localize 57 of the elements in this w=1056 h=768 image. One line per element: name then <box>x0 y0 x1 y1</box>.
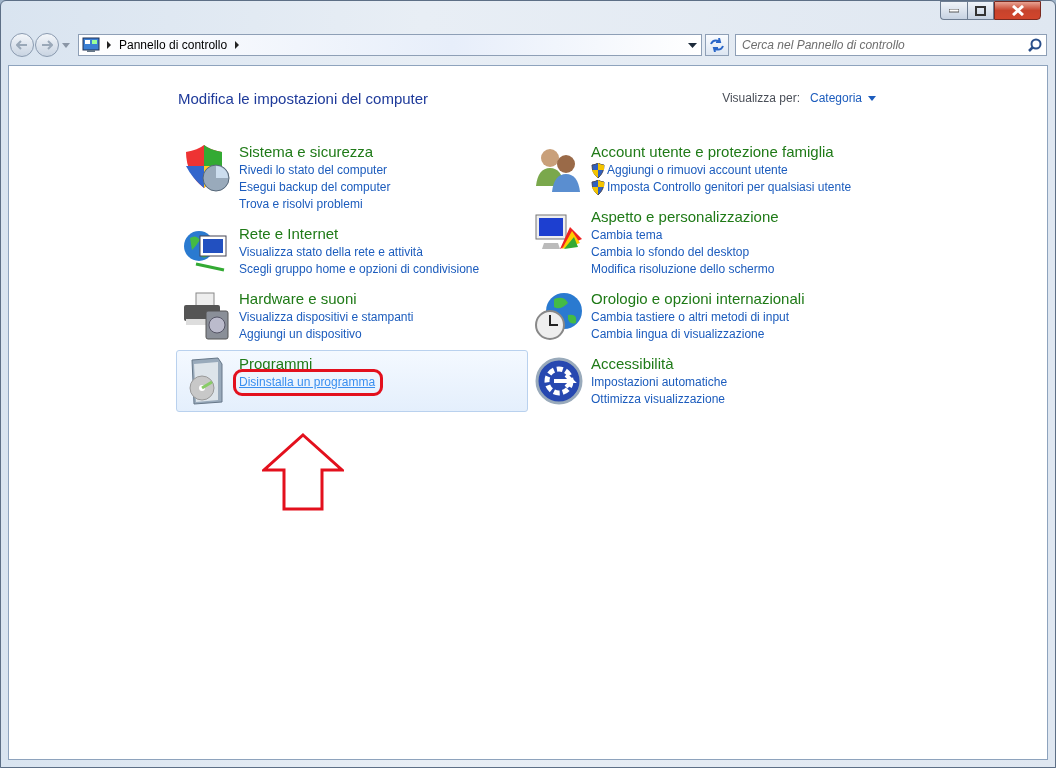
minimize-button[interactable] <box>940 1 967 20</box>
category-title[interactable]: Programmi <box>239 354 313 374</box>
category-link[interactable]: Modifica risoluzione dello schermo <box>591 261 775 278</box>
category-panel[interactable]: Account utente e protezione famiglia Aggiungi o rimuovi account utente Imposta Controllo genitori per qualsiasi utente <box>528 138 876 202</box>
category-link[interactable]: Cambia tema <box>591 227 663 244</box>
caret-icon <box>868 95 876 101</box>
search-icon <box>1028 38 1042 52</box>
category-title[interactable]: Aspetto e personalizzazione <box>591 207 779 227</box>
category-title[interactable]: Accessibilità <box>591 354 674 374</box>
chevron-icon[interactable] <box>233 41 242 49</box>
category-title[interactable]: Orologio e opzioni internazionali <box>591 289 805 309</box>
refresh-button[interactable] <box>705 34 729 56</box>
category-title[interactable]: Account utente e protezione famiglia <box>591 142 834 162</box>
minimize-icon <box>949 8 959 13</box>
category-link[interactable]: Scegli gruppo home e opzioni di condivisione <box>239 261 480 278</box>
page-title: Modifica le impostazioni del computer <box>178 89 429 107</box>
maximize-button[interactable] <box>967 1 994 20</box>
right-arrow-icon <box>41 40 53 50</box>
category-link[interactable]: Imposta Controllo genitori per qualsiasi utente <box>607 179 852 196</box>
accessibility-icon <box>534 356 584 406</box>
category-link[interactable]: Visualizza stato della rete e attività <box>239 244 423 261</box>
category-link[interactable]: Visualizza dispositivi e stampanti <box>239 309 414 326</box>
category-panel[interactable]: Programmi Disinstalla un programma <box>176 350 528 412</box>
category-panel[interactable]: Aspetto e personalizzazione Cambia tema Cambia lo sfondo del desktop Modifica risoluzione dello schermo <box>528 203 876 284</box>
printer-speaker-icon <box>182 291 232 341</box>
category-link[interactable]: Aggiungi un dispositivo <box>239 326 362 343</box>
search-field[interactable]: Cerca nel Pannello di controllo <box>735 34 1047 56</box>
category-panel[interactable]: Hardware e suoni Visualizza dispositivi e stampanti Aggiungi un dispositivo <box>176 285 528 349</box>
category-title[interactable]: Sistema e sicurezza <box>239 142 374 162</box>
globe-clock-icon <box>534 291 584 341</box>
breadcrumb-item[interactable]: Pannello di controllo <box>113 38 234 52</box>
category-link[interactable]: Esegui backup del computer <box>239 179 391 196</box>
category-title[interactable]: Hardware e suoni <box>239 289 357 309</box>
maximize-icon <box>975 5 986 16</box>
category-title[interactable]: Rete e Internet <box>239 224 339 244</box>
close-button[interactable] <box>994 1 1041 20</box>
category-link[interactable]: Cambia lingua di visualizzazione <box>591 326 765 343</box>
category-panel[interactable]: Sistema e sicurezza Rivedi lo stato del computer Esegui backup del computer Trova e risolvi problemi <box>176 138 528 219</box>
category-link[interactable]: Ottimizza visualizzazione <box>591 391 726 408</box>
category-panel[interactable]: Rete e Internet Visualizza stato della rete e attività Scegli gruppo home e opzioni di condivisione <box>176 220 528 284</box>
category-link[interactable]: Aggiungi o rimuovi account utente <box>607 162 788 179</box>
caret-icon <box>688 42 697 48</box>
category-link[interactable]: Cambia tastiere o altri metodi di input <box>591 309 790 326</box>
view-by-dropdown[interactable]: Categoria <box>809 91 876 105</box>
address-bar[interactable]: Pannello di controllo <box>78 34 702 56</box>
category-link[interactable]: Rivedi lo stato del computer <box>239 162 388 179</box>
close-icon <box>1011 5 1024 16</box>
category-link[interactable]: Trova e risolvi problemi <box>239 196 363 213</box>
refresh-icon <box>709 38 725 52</box>
view-by-label: Visualizza per: <box>722 91 800 105</box>
category-panel[interactable]: Accessibilità Impostazioni automatiche Ottimizza visualizzazione <box>528 350 876 414</box>
category-link[interactable]: Impostazioni automatiche <box>591 374 728 391</box>
chevron-icon <box>105 41 113 49</box>
category-panel[interactable]: Orologio e opzioni internazionali Cambia tastiere o altri metodi di input Cambia lingua di visualizzazione <box>528 285 876 349</box>
left-arrow-icon <box>16 40 28 50</box>
category-link[interactable]: Cambia lo sfondo del desktop <box>591 244 750 261</box>
control-panel-icon <box>82 37 100 53</box>
